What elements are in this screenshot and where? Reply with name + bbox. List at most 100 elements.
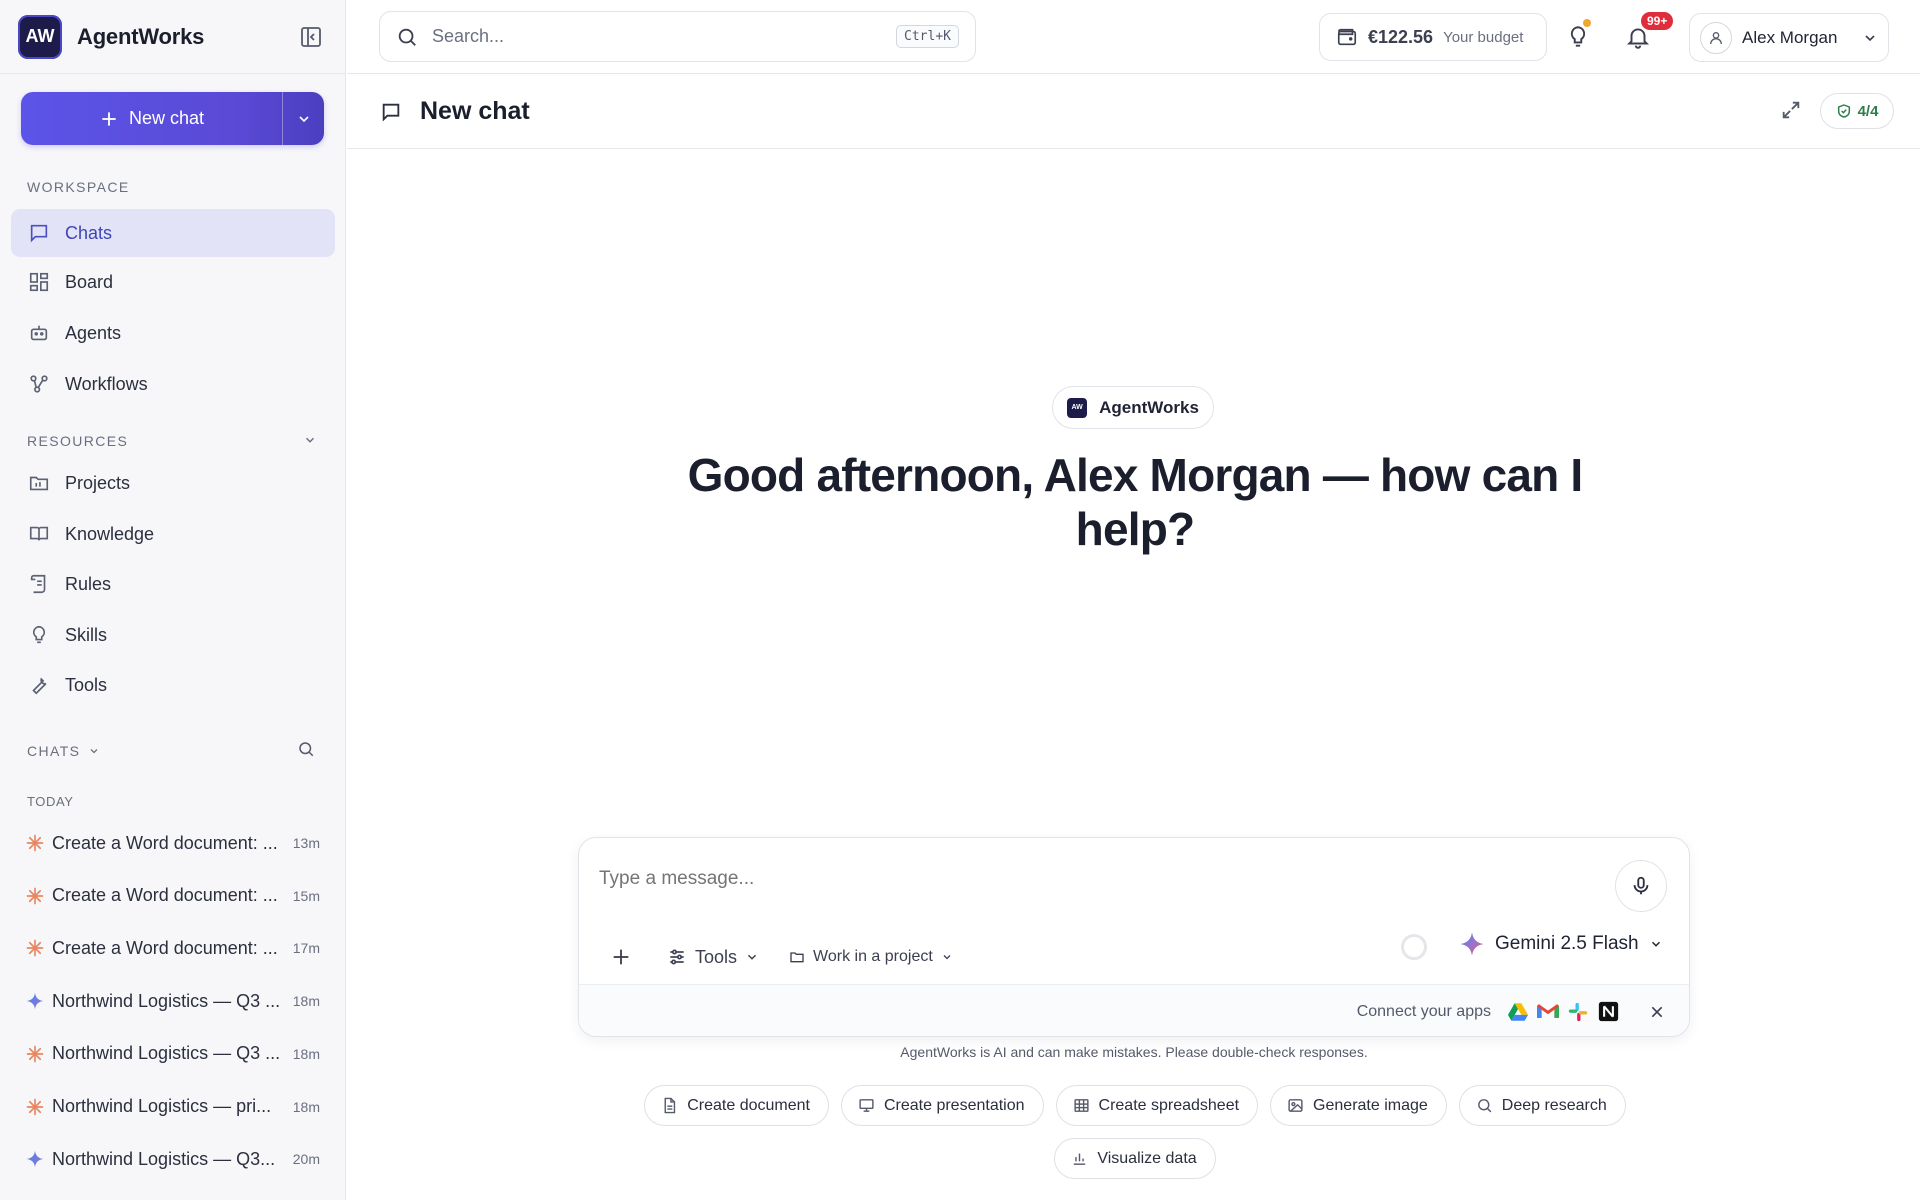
- tips-button[interactable]: [1560, 19, 1596, 55]
- attach-button[interactable]: [607, 943, 635, 971]
- quick-action-create-spreadsheet-button[interactable]: Create spreadsheet: [1055, 1085, 1259, 1126]
- page-title: New chat: [420, 97, 530, 125]
- greeting-heading: Good afternoon, Alex Morgan — how can I …: [687, 449, 1584, 555]
- chat-history-title: Create a Word document: ...: [52, 937, 278, 958]
- search-chats-button[interactable]: [297, 740, 315, 758]
- quick-action-visualize-data-button[interactable]: Visualize data: [1054, 1138, 1216, 1179]
- chat-history-item[interactable]: Create a Word document: ... 13m: [26, 828, 320, 858]
- shield-check-icon: [1837, 104, 1850, 118]
- quick-action-create-document-button[interactable]: Create document: [644, 1085, 829, 1126]
- collapse-sidebar-button[interactable]: [295, 21, 327, 53]
- sidebar-item-board[interactable]: Board: [11, 258, 335, 306]
- lightbulb-icon: [1570, 26, 1586, 47]
- chevron-down-icon: [748, 954, 757, 960]
- chevron-down-icon: [298, 115, 309, 122]
- sparkle-orange-icon: [26, 1045, 44, 1063]
- new-chat-button[interactable]: New chat: [21, 92, 282, 145]
- quick-action-deep-research-button[interactable]: Deep research: [1458, 1085, 1626, 1126]
- sidebar-item-workflows[interactable]: Workflows: [11, 360, 335, 408]
- chat-history-item[interactable]: Northwind Logistics — pri... 18m: [26, 1092, 320, 1122]
- image-icon: [1287, 1097, 1304, 1114]
- microphone-icon: [1633, 876, 1649, 895]
- expand-icon: [1782, 101, 1800, 119]
- sidebar-item-label: Projects: [65, 472, 131, 493]
- voice-input-button[interactable]: [1615, 860, 1667, 912]
- workflow-icon: [30, 375, 48, 393]
- chat-history-time: 17m: [292, 940, 320, 957]
- sidebar-item-rules[interactable]: Rules: [11, 560, 335, 608]
- search-icon: [299, 742, 314, 757]
- message-input[interactable]: [599, 868, 1579, 890]
- notifications-badge: 99+: [1639, 10, 1676, 32]
- quick-action-label: Deep research: [1501, 1096, 1607, 1114]
- scroll-icon: [30, 574, 46, 594]
- chevron-down-icon: [1865, 34, 1875, 41]
- sidebar-item-chats[interactable]: Chats: [11, 209, 335, 257]
- guardrails-status-value: 4/4: [1857, 102, 1879, 120]
- tools-dropdown[interactable]: Tools: [667, 947, 759, 968]
- google-drive-icon[interactable]: [1507, 1001, 1529, 1023]
- guardrails-status-badge[interactable]: 4/4: [1820, 93, 1894, 129]
- chat-icon: [30, 224, 48, 243]
- sidebar-item-label: Board: [65, 271, 114, 292]
- book-icon: [29, 526, 49, 541]
- new-chat-dropdown-button[interactable]: [282, 92, 324, 145]
- quick-action-label: Create spreadsheet: [1098, 1096, 1240, 1114]
- quick-action-generate-image-button[interactable]: Generate image: [1270, 1085, 1447, 1126]
- brand-header: AW AgentWorks: [0, 0, 345, 74]
- budget-label: Your budget: [1443, 28, 1524, 46]
- board-icon: [29, 272, 49, 292]
- sidebar-item-knowledge[interactable]: Knowledge: [11, 510, 335, 558]
- chat-history-item[interactable]: Create a Word document: ... 15m: [26, 881, 320, 911]
- chats-section-label: CHATS: [27, 743, 81, 759]
- sidebar-item-label: Chats: [65, 222, 113, 243]
- quick-action-create-presentation-button[interactable]: Create presentation: [840, 1085, 1044, 1126]
- budget-widget[interactable]: €122.56 Your budget: [1319, 13, 1547, 61]
- sparkle-blue-icon: [26, 1150, 44, 1168]
- user-icon: [1710, 31, 1722, 44]
- chat-history-time: 20m: [292, 1151, 320, 1168]
- avatar: [1700, 21, 1732, 54]
- robot-icon: [30, 325, 48, 341]
- sparkle-orange-icon: [26, 887, 44, 905]
- plus-icon: [613, 949, 629, 965]
- resources-section-label: RESOURCES: [27, 433, 129, 449]
- notion-icon[interactable]: [1597, 1001, 1619, 1023]
- model-selector[interactable]: Gemini 2.5 Flash: [1459, 931, 1663, 957]
- folder-icon: [790, 952, 804, 963]
- wrench-icon: [32, 677, 47, 695]
- quick-action-label: Generate image: [1313, 1096, 1428, 1114]
- resources-collapse-toggle[interactable]: [303, 433, 317, 447]
- dismiss-connect-button[interactable]: [1649, 1004, 1665, 1020]
- chats-section-toggle[interactable]: CHATS: [27, 743, 100, 759]
- chevron-down-icon: [943, 955, 951, 960]
- agent-chip[interactable]: AW AgentWorks: [1052, 386, 1214, 429]
- composer-toolbar: Tools Work in a project: [607, 943, 983, 971]
- chat-history-time: 13m: [292, 835, 320, 851]
- connect-apps-link[interactable]: Connect your apps: [1357, 1003, 1491, 1021]
- plus-icon: [102, 111, 116, 126]
- sidebar-item-skills[interactable]: Skills: [11, 611, 335, 659]
- topbar: Search... Ctrl+K €122.56 Your budget 99+…: [347, 0, 1920, 74]
- project-dropdown[interactable]: Work in a project: [789, 948, 953, 966]
- chat-history-item[interactable]: Northwind Logistics — Q3 ... 18m: [26, 986, 320, 1016]
- slack-icon[interactable]: [1567, 1001, 1589, 1023]
- sidebar-item-label: Rules: [65, 573, 112, 594]
- sidebar-item-tools[interactable]: Tools: [11, 661, 335, 709]
- chat-history-time: 18m: [292, 1098, 320, 1115]
- chat-history-item[interactable]: Northwind Logistics — Q3 ... 18m: [26, 1039, 320, 1069]
- search-shortcut-badge: Ctrl+K: [896, 25, 959, 48]
- user-menu-button[interactable]: Alex Morgan: [1689, 13, 1889, 62]
- brand-logo[interactable]: AW: [18, 14, 62, 59]
- search-input[interactable]: Search...: [432, 26, 882, 47]
- expand-button[interactable]: [1780, 99, 1802, 121]
- agentworks-logo-icon: AW: [1067, 397, 1088, 418]
- chat-history-item[interactable]: Northwind Logistics — Q3... 20m: [26, 1144, 320, 1174]
- search-bar[interactable]: Search... Ctrl+K: [379, 11, 976, 62]
- chat-history-item[interactable]: Create a Word document: ... 17m: [26, 933, 320, 963]
- today-group-label: TODAY: [27, 794, 74, 809]
- gmail-icon[interactable]: [1537, 1001, 1559, 1023]
- new-chat-label: New chat: [128, 108, 205, 128]
- sidebar-item-agents[interactable]: Agents: [11, 309, 335, 357]
- sidebar-item-projects[interactable]: Projects: [11, 459, 335, 507]
